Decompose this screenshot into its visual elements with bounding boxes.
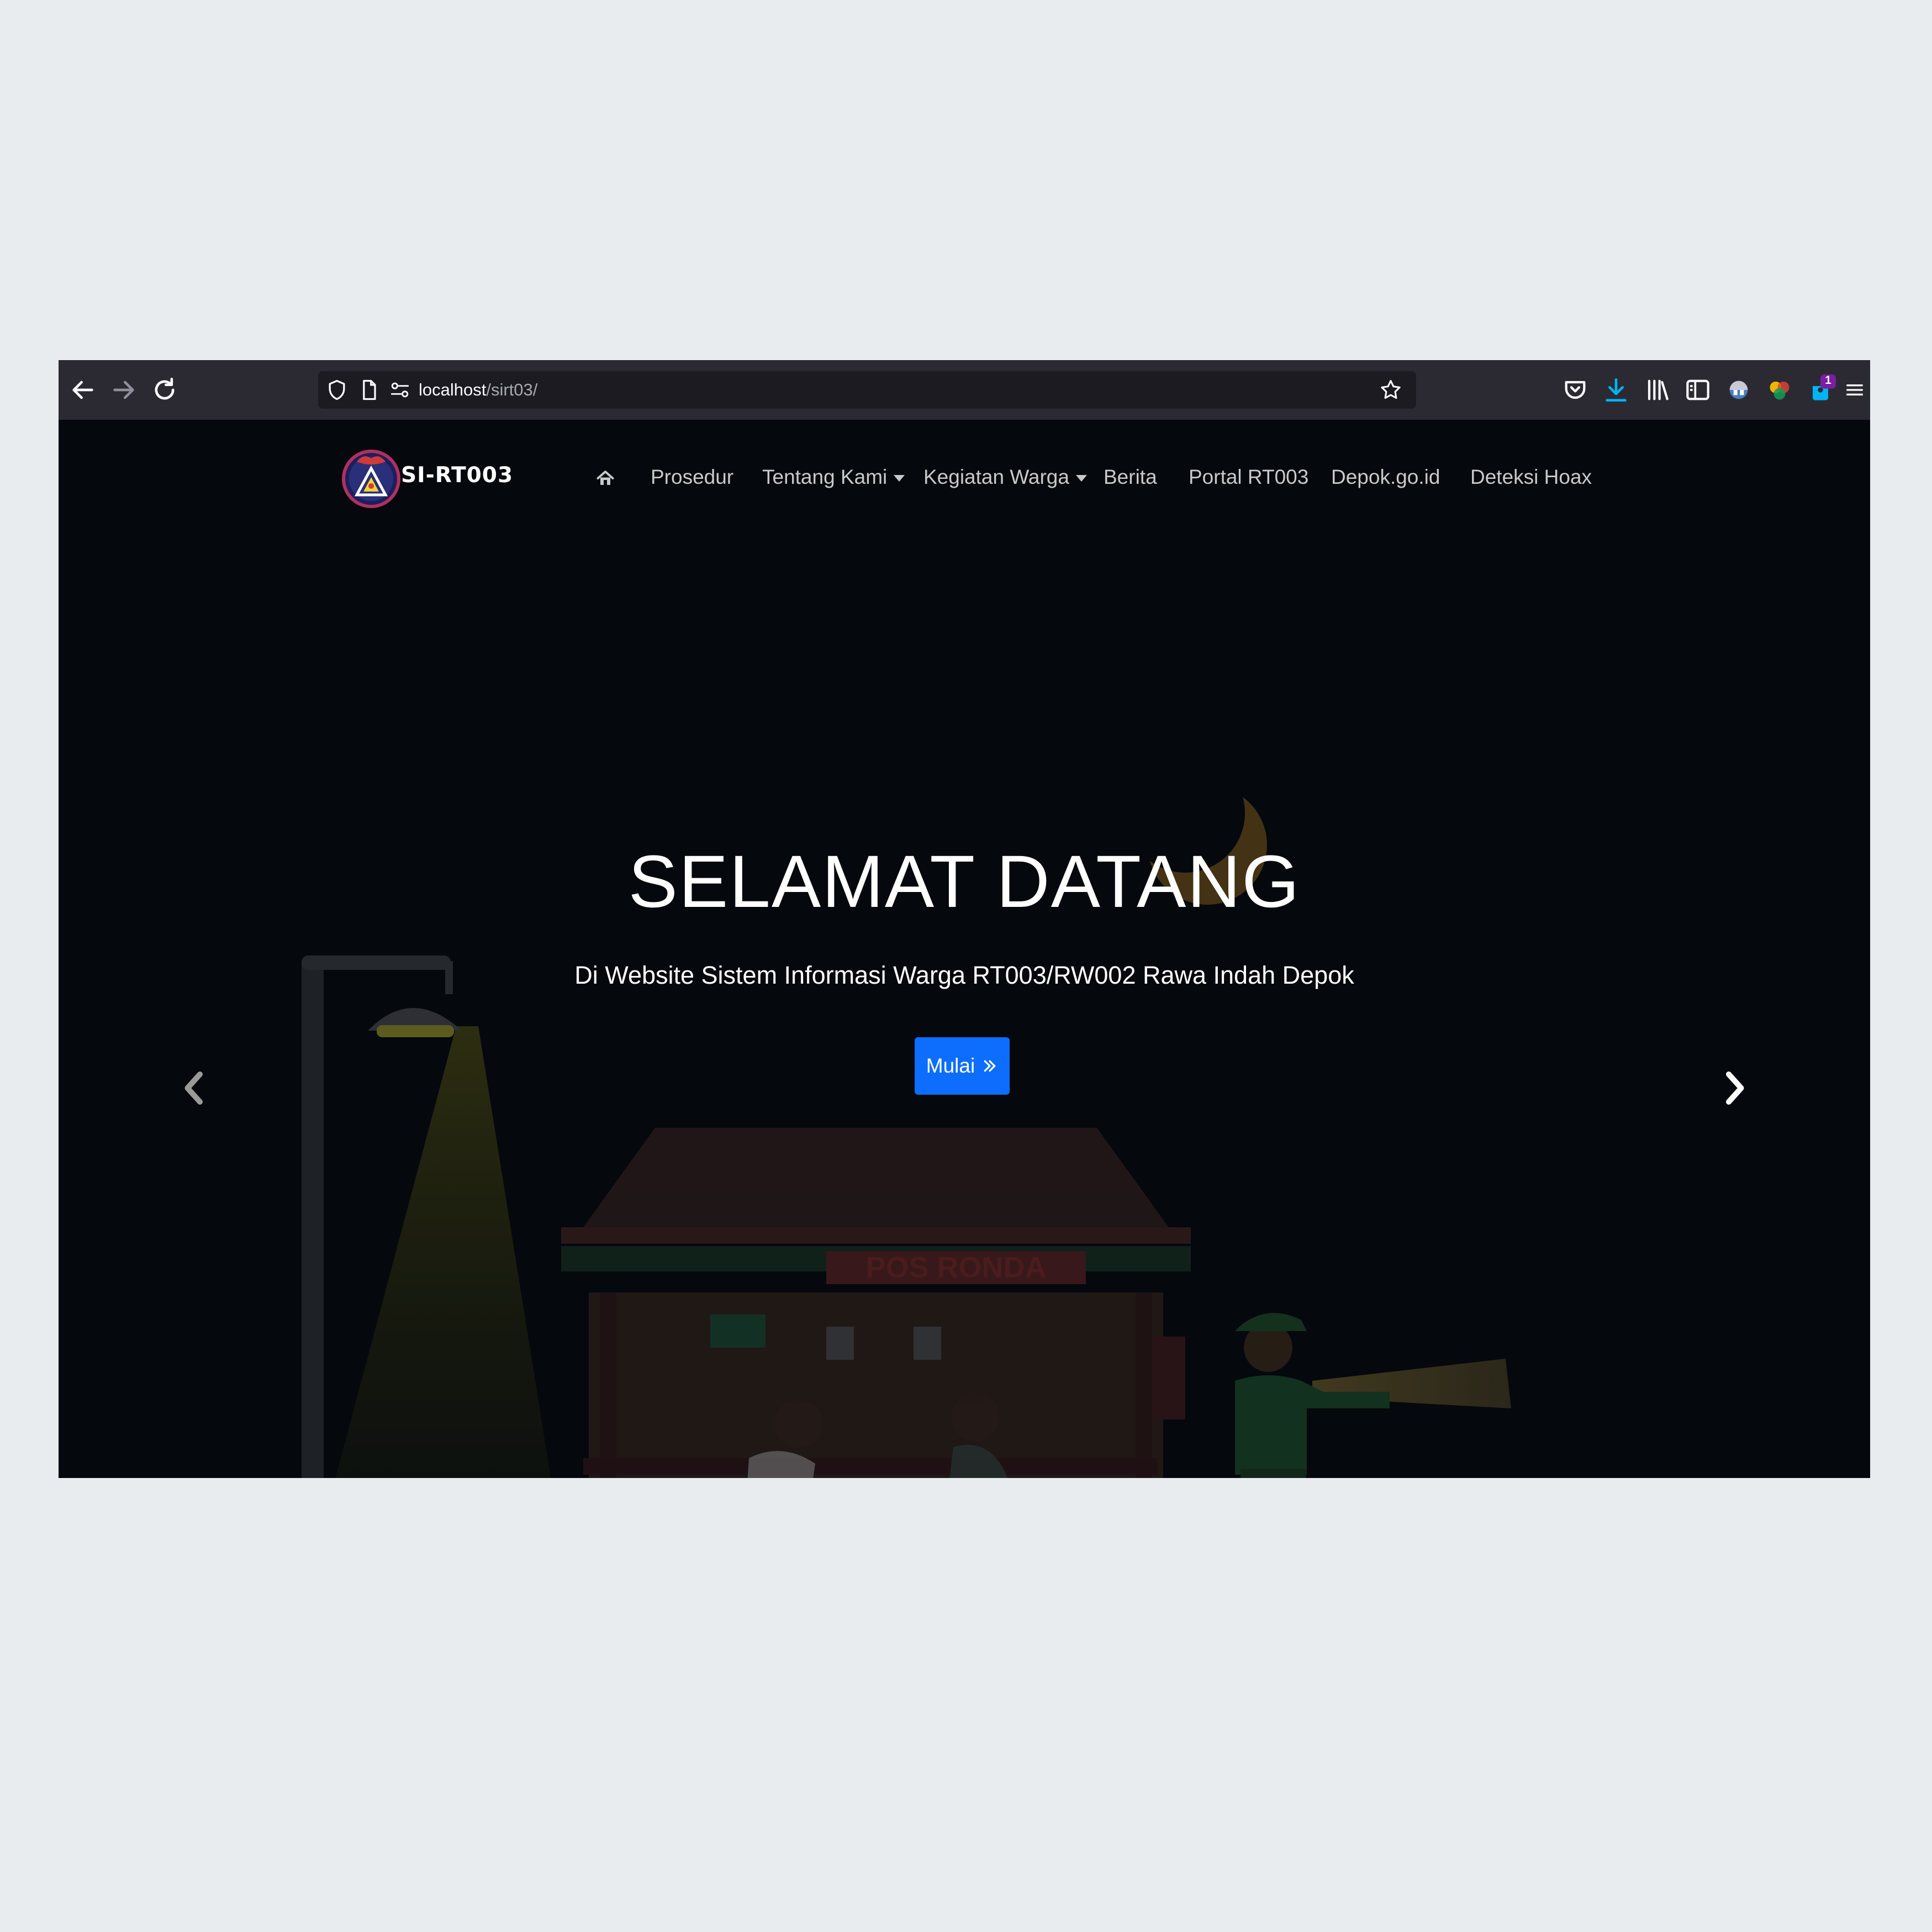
extension-globe-icon [1729,381,1748,399]
hamburger-menu-icon [1846,384,1863,395]
bookmark-star-icon[interactable] [1379,378,1403,402]
nav-item-tentang-kami[interactable]: Tentang Kami [762,462,905,493]
sidebar-icon [1686,379,1709,400]
nav-item-prosedur[interactable]: Prosedur [651,462,733,493]
nav-item-label: Prosedur [651,466,734,488]
hero-subtitle: Di Website Sistem Informasi Warga RT003/… [574,961,1354,989]
url-bar[interactable]: localhost/sirt03/ [318,371,1416,409]
site-logo[interactable] [340,445,402,513]
caret-down-icon [894,475,905,482]
site-brand[interactable]: SI-RT003 [401,463,513,488]
start-button-label: Mulai [926,1054,975,1077]
forward-arrow-icon [113,381,134,399]
nav-item-label: Berita [1104,466,1157,488]
downloads-button[interactable] [1601,374,1632,405]
nav-item-portal-rt003[interactable]: Portal RT003 [1189,462,1308,493]
nav-item-label: Deteksi Hoax [1470,466,1592,488]
url-path: /sirt03/ [486,380,538,399]
chevron-left-icon [184,1071,203,1105]
library-icon [1648,379,1669,400]
back-arrow-icon [72,381,93,399]
sidebar-button[interactable] [1682,374,1713,405]
nav-item-deteksi-hoax[interactable]: Deteksi Hoax [1470,462,1592,493]
chevron-right-icon [1726,1071,1744,1105]
extension-badge-count: 1 [1825,374,1831,387]
nav-item-label: Depok.go.id [1331,466,1440,488]
nav-home[interactable] [595,462,615,493]
browser-window: localhost/sirt03/ 1 POS RONDA SI-RT003 P… [59,360,1870,1478]
site-navbar: SI-RT003 Prosedur Tentang Kami Kegiatan … [59,420,1870,541]
forward-button[interactable] [108,374,139,405]
reload-button[interactable] [149,374,180,405]
permissions-icon[interactable] [388,378,412,402]
nav-item-berita[interactable]: Berita [1104,462,1157,493]
pocket-button[interactable] [1560,374,1591,405]
carousel-next-button[interactable] [1718,1066,1751,1110]
nav-item-label: Kegiatan Warga [923,466,1069,488]
nav-item-label: Portal RT003 [1189,466,1309,488]
page-info-icon[interactable] [357,378,381,402]
url-host: localhost [419,380,487,399]
extension-button-3[interactable]: 1 [1805,374,1836,405]
hero-title: SELAMAT DATANG [628,841,1301,923]
hero-illustration: POS RONDA [59,420,1870,1478]
extension-colorful-icon [1770,381,1790,400]
nav-item-depok-go-id[interactable]: Depok.go.id [1331,462,1440,493]
extension-button-1[interactable] [1723,374,1754,405]
nav-item-kegiatan-warga[interactable]: Kegiatan Warga [923,462,1087,493]
home-icon [597,471,614,485]
double-chevron-right-icon [984,1060,996,1072]
reload-icon [155,377,175,400]
pocket-icon [1565,381,1586,399]
tracking-shield-icon[interactable] [325,378,349,402]
nav-item-label: Tentang Kami [762,466,888,488]
extension-button-2[interactable] [1764,374,1795,405]
back-button[interactable] [67,374,98,405]
browser-toolbar: localhost/sirt03/ 1 [59,360,1870,420]
start-button[interactable]: Mulai [915,1037,1010,1095]
download-icon [1606,378,1627,402]
web-page: POS RONDA SI-RT003 Prosedur Tentang Kami… [59,420,1870,1478]
caret-down-icon [1075,475,1087,482]
carousel-prev-button[interactable] [178,1066,211,1110]
library-button[interactable] [1641,374,1672,405]
url-text[interactable]: localhost/sirt03/ [419,371,537,409]
app-menu-button[interactable] [1844,374,1866,405]
